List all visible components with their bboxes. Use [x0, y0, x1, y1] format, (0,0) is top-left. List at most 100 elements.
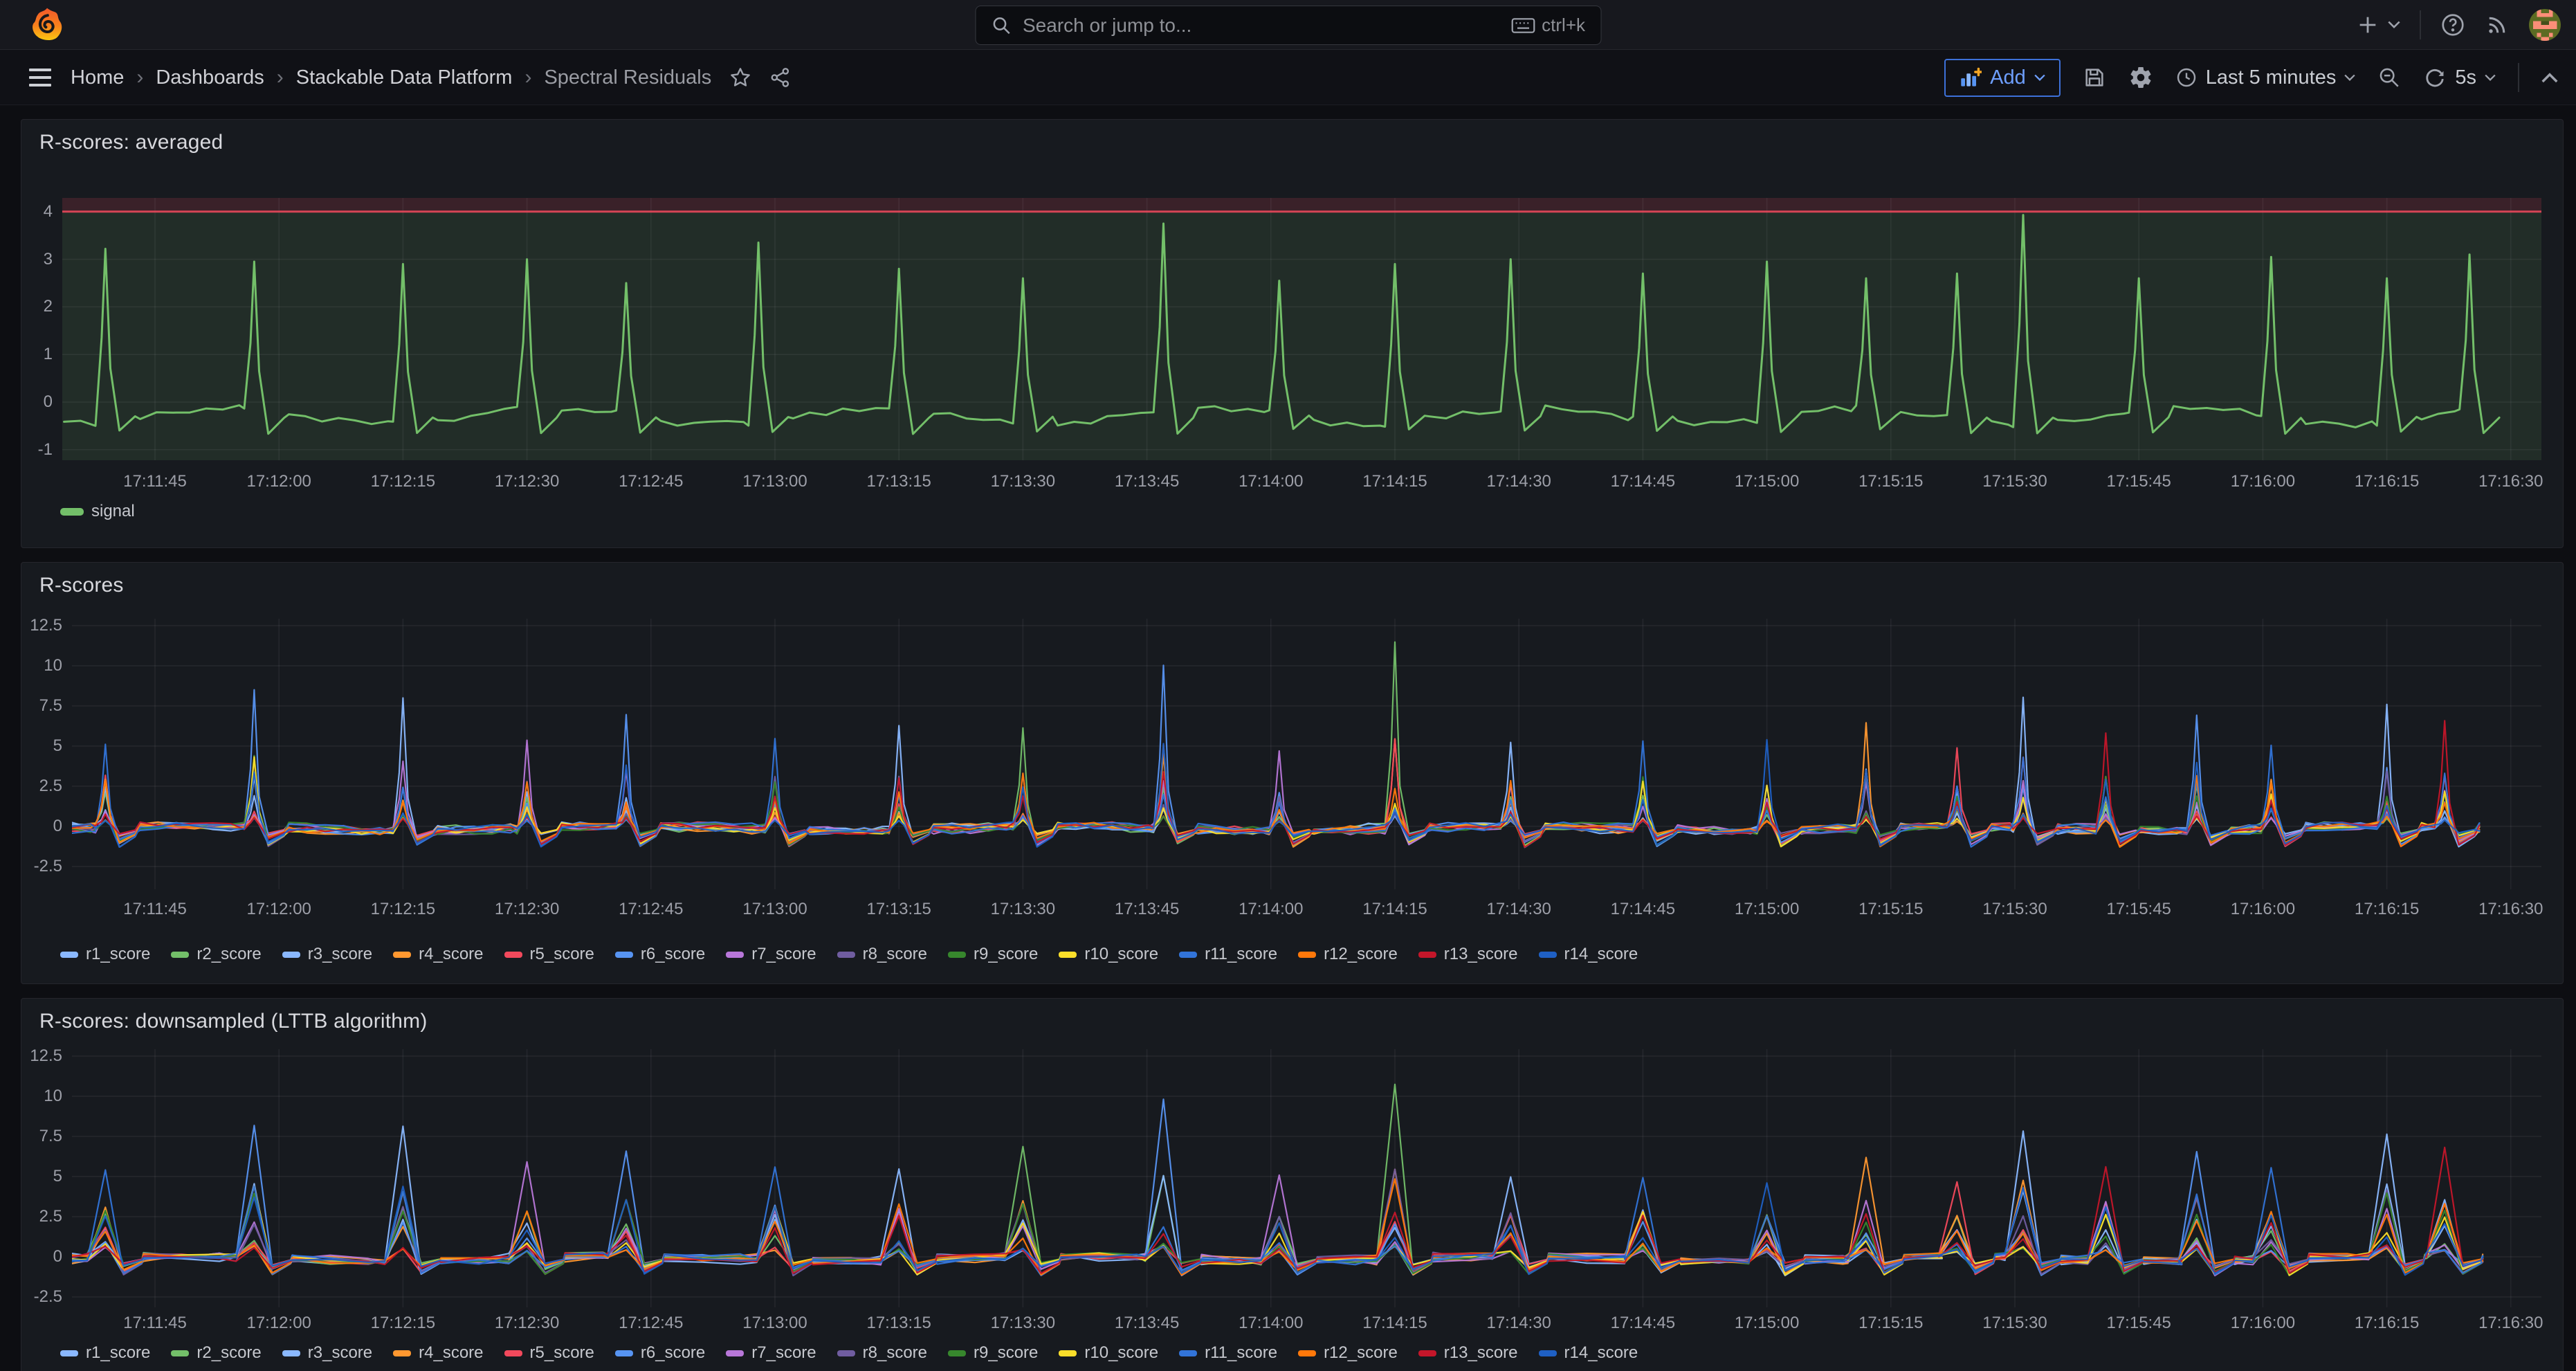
y-axis-tick-label: 4: [21, 201, 53, 222]
x-axis-tick-label: 17:14:00: [1209, 1313, 1333, 1334]
legend-item-r3_score[interactable]: r3_score: [282, 1343, 372, 1363]
x-axis-tick-label: 17:15:00: [1705, 1313, 1829, 1334]
legend-item-r10_score[interactable]: r10_score: [1059, 1343, 1158, 1363]
timeseries-chart-r-scores-downsampled[interactable]: 12.5107.552.50-2.517:11:4517:12:0017:12:…: [21, 999, 2563, 1371]
search-placeholder: Search or jump to...: [1023, 15, 1500, 37]
menu-icon[interactable]: [29, 68, 53, 87]
legend-item-r8_score[interactable]: r8_score: [837, 945, 927, 964]
x-axis-tick-label: 17:13:45: [1085, 471, 1209, 492]
search-shortcut: ctrl+k: [1511, 15, 1585, 36]
legend-label: r10_score: [1084, 945, 1158, 964]
x-axis-tick-label: 17:13:30: [960, 471, 1085, 492]
avatar[interactable]: [2529, 9, 2561, 41]
timeseries-chart-r-scores[interactable]: 12.5107.552.50-2.517:11:4517:12:0017:12:…: [21, 563, 2563, 983]
share-icon[interactable]: [769, 66, 792, 89]
breadcrumb-dashboards[interactable]: Dashboards: [156, 66, 264, 89]
legend-item-r4_score[interactable]: r4_score: [393, 1343, 483, 1363]
legend-label: r10_score: [1084, 1343, 1158, 1363]
legend-item-r10_score[interactable]: r10_score: [1059, 945, 1158, 964]
legend-item-r2_score[interactable]: r2_score: [171, 1343, 261, 1363]
legend-swatch: [393, 952, 411, 958]
legend-item-r14_score[interactable]: r14_score: [1539, 945, 1638, 964]
collapse-topbar-icon[interactable]: [2541, 72, 2558, 83]
help-icon[interactable]: [2440, 12, 2465, 37]
legend-item-signal[interactable]: signal: [60, 502, 135, 521]
legend-item-r2_score[interactable]: r2_score: [171, 945, 261, 964]
legend-item-r7_score[interactable]: r7_score: [726, 945, 816, 964]
x-axis-tick-label: 17:13:15: [837, 899, 961, 920]
legend-swatch: [615, 952, 633, 958]
x-axis-tick-label: 17:12:45: [589, 1313, 713, 1334]
news-icon[interactable]: [2485, 12, 2510, 37]
new-menu-button[interactable]: [2356, 13, 2400, 37]
x-axis-tick-label: 17:15:45: [2076, 471, 2201, 492]
add-button[interactable]: Add: [1944, 59, 2061, 97]
legend-item-r9_score[interactable]: r9_score: [948, 945, 1038, 964]
legend: r1_score r2_score r3_score r4_score r5_score…: [60, 945, 1638, 964]
legend-label: r4_score: [419, 945, 483, 964]
grafana-logo[interactable]: [29, 6, 65, 44]
legend-item-r7_score[interactable]: r7_score: [726, 1343, 816, 1363]
series-line-r6_score[interactable]: [73, 1099, 2483, 1275]
add-button-label: Add: [1990, 66, 2026, 89]
keyboard-icon: [1511, 17, 1535, 35]
breadcrumb-home[interactable]: Home: [71, 66, 124, 89]
legend-item-r1_score[interactable]: r1_score: [60, 1343, 150, 1363]
avatar-pixel-art: [2529, 9, 2561, 41]
zoom-out-icon[interactable]: [2377, 66, 2401, 89]
save-dashboard-icon[interactable]: [2083, 66, 2106, 89]
legend-item-r9_score[interactable]: r9_score: [948, 1343, 1038, 1363]
refresh-picker[interactable]: 5s: [2423, 66, 2496, 89]
legend-item-r13_score[interactable]: r13_score: [1418, 1343, 1518, 1363]
legend-swatch: [282, 952, 300, 958]
x-axis-tick-label: 17:16:00: [2200, 899, 2325, 920]
legend-item-r5_score[interactable]: r5_score: [504, 945, 594, 964]
legend-item-r6_score[interactable]: r6_score: [615, 1343, 705, 1363]
series-line-r13_score[interactable]: [73, 1147, 2483, 1273]
x-axis-tick-label: 17:14:00: [1209, 471, 1333, 492]
legend-item-r12_score[interactable]: r12_score: [1298, 945, 1398, 964]
legend-item-r11_score[interactable]: r11_score: [1179, 945, 1277, 964]
chevron-down-icon: [2485, 74, 2496, 82]
x-axis-tick-label: 17:13:15: [837, 471, 961, 492]
x-axis-tick-label: 17:15:45: [2076, 1313, 2201, 1334]
legend-label: r11_score: [1205, 945, 1277, 964]
search-input[interactable]: Search or jump to... ctrl+k: [975, 6, 1601, 45]
legend-label: r1_score: [86, 945, 150, 964]
legend-label: r5_score: [530, 1343, 594, 1363]
legend-item-r14_score[interactable]: r14_score: [1539, 1343, 1638, 1363]
x-axis-tick-label: 17:12:15: [340, 471, 465, 492]
legend-label: signal: [91, 502, 135, 521]
x-axis-tick-label: 17:11:45: [93, 1313, 217, 1334]
x-axis-tick-label: 17:14:00: [1209, 899, 1333, 920]
x-axis-tick-label: 17:12:15: [340, 899, 465, 920]
legend-item-r5_score[interactable]: r5_score: [504, 1343, 594, 1363]
legend-item-r1_score[interactable]: r1_score: [60, 945, 150, 964]
chart-canvas[interactable]: [21, 563, 2563, 983]
legend-item-r11_score[interactable]: r11_score: [1179, 1343, 1277, 1363]
legend-item-r8_score[interactable]: r8_score: [837, 1343, 927, 1363]
time-range-picker[interactable]: Last 5 minutes: [2175, 66, 2356, 89]
x-axis-tick-label: 17:14:15: [1333, 1313, 1457, 1334]
legend-label: r14_score: [1564, 945, 1638, 964]
x-axis-tick-label: 17:14:30: [1456, 899, 1581, 920]
x-axis-tick-label: 17:12:30: [465, 471, 590, 492]
legend-item-r4_score[interactable]: r4_score: [393, 945, 483, 964]
breadcrumb-folder[interactable]: Stackable Data Platform: [296, 66, 513, 89]
x-axis-tick-label: 17:14:15: [1333, 471, 1457, 492]
legend-item-r3_score[interactable]: r3_score: [282, 945, 372, 964]
timeseries-chart-r-scores-averaged[interactable]: 43210-117:11:4517:12:0017:12:1517:12:301…: [21, 120, 2563, 547]
legend-item-r6_score[interactable]: r6_score: [615, 945, 705, 964]
breadcrumb-separator: ›: [136, 66, 143, 89]
y-axis-tick-label: 10: [21, 1086, 62, 1107]
x-axis-tick-label: 17:14:45: [1580, 1313, 1705, 1334]
legend-swatch: [60, 1350, 78, 1356]
star-icon[interactable]: [729, 66, 751, 89]
y-axis-tick-label: 7.5: [21, 696, 62, 716]
chevron-down-icon: [2344, 74, 2355, 82]
legend-item-r12_score[interactable]: r12_score: [1298, 1343, 1398, 1363]
legend-item-r13_score[interactable]: r13_score: [1418, 945, 1518, 964]
legend-swatch: [282, 1350, 300, 1356]
legend: r1_score r2_score r3_score r4_score r5_score…: [60, 1343, 1638, 1363]
settings-gear-icon[interactable]: [2128, 65, 2153, 90]
